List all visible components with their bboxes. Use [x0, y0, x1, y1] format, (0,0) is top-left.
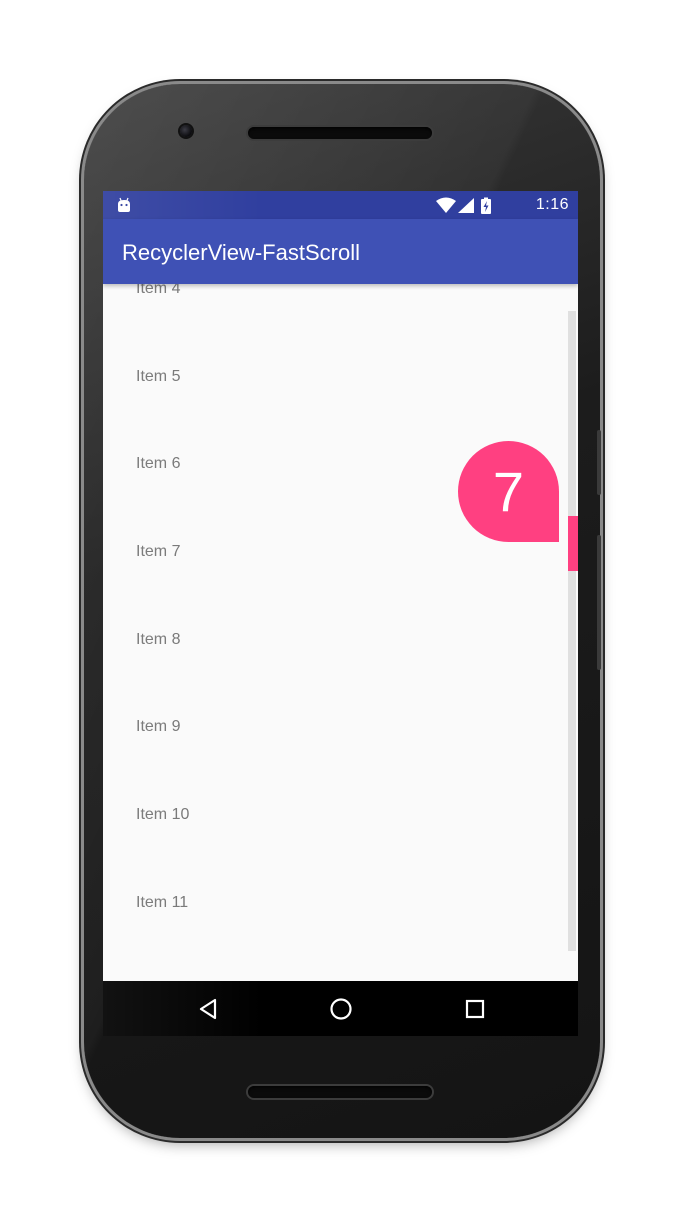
- battery-charging-icon: [481, 197, 491, 214]
- list-item[interactable]: Item 8: [136, 631, 180, 649]
- list-item[interactable]: Item 5: [136, 368, 180, 386]
- android-icon: [118, 197, 130, 212]
- list-item[interactable]: Item 11: [136, 894, 188, 912]
- recycler-list[interactable]: Item 4 Item 5 Item 6 Item 7 Item 8 Item …: [103, 284, 578, 981]
- list-item[interactable]: Item 9: [136, 718, 180, 736]
- list-item[interactable]: Item 10: [136, 806, 189, 824]
- app-bar: RecyclerView-FastScroll: [103, 219, 578, 284]
- fast-scroll-track[interactable]: [568, 311, 576, 951]
- fast-scroll-thumb[interactable]: [568, 516, 578, 571]
- top-speaker: [248, 127, 432, 139]
- recents-icon[interactable]: [460, 994, 490, 1024]
- status-time: 1:16: [535, 196, 569, 213]
- list-item[interactable]: Item 6: [136, 455, 180, 473]
- wifi-icon: [436, 197, 456, 213]
- front-camera: [180, 125, 192, 137]
- bottom-speaker: [248, 1086, 432, 1098]
- fast-scroll-popup-bubble: 7: [458, 441, 559, 542]
- status-bar: 1:16: [103, 191, 578, 219]
- device-screen: 1:16 RecyclerView-FastScroll Item 4 Item…: [103, 191, 578, 1036]
- cell-signal-icon: [458, 198, 474, 213]
- home-icon[interactable]: [326, 994, 356, 1024]
- app-title: RecyclerView-FastScroll: [122, 240, 360, 265]
- navigation-bar: [103, 981, 578, 1036]
- back-icon[interactable]: [193, 994, 223, 1024]
- list-item[interactable]: Item 7: [136, 543, 180, 561]
- power-button: [597, 430, 601, 495]
- status-icons: [436, 197, 491, 214]
- volume-button: [597, 535, 601, 670]
- list-item[interactable]: Item 4: [136, 284, 180, 298]
